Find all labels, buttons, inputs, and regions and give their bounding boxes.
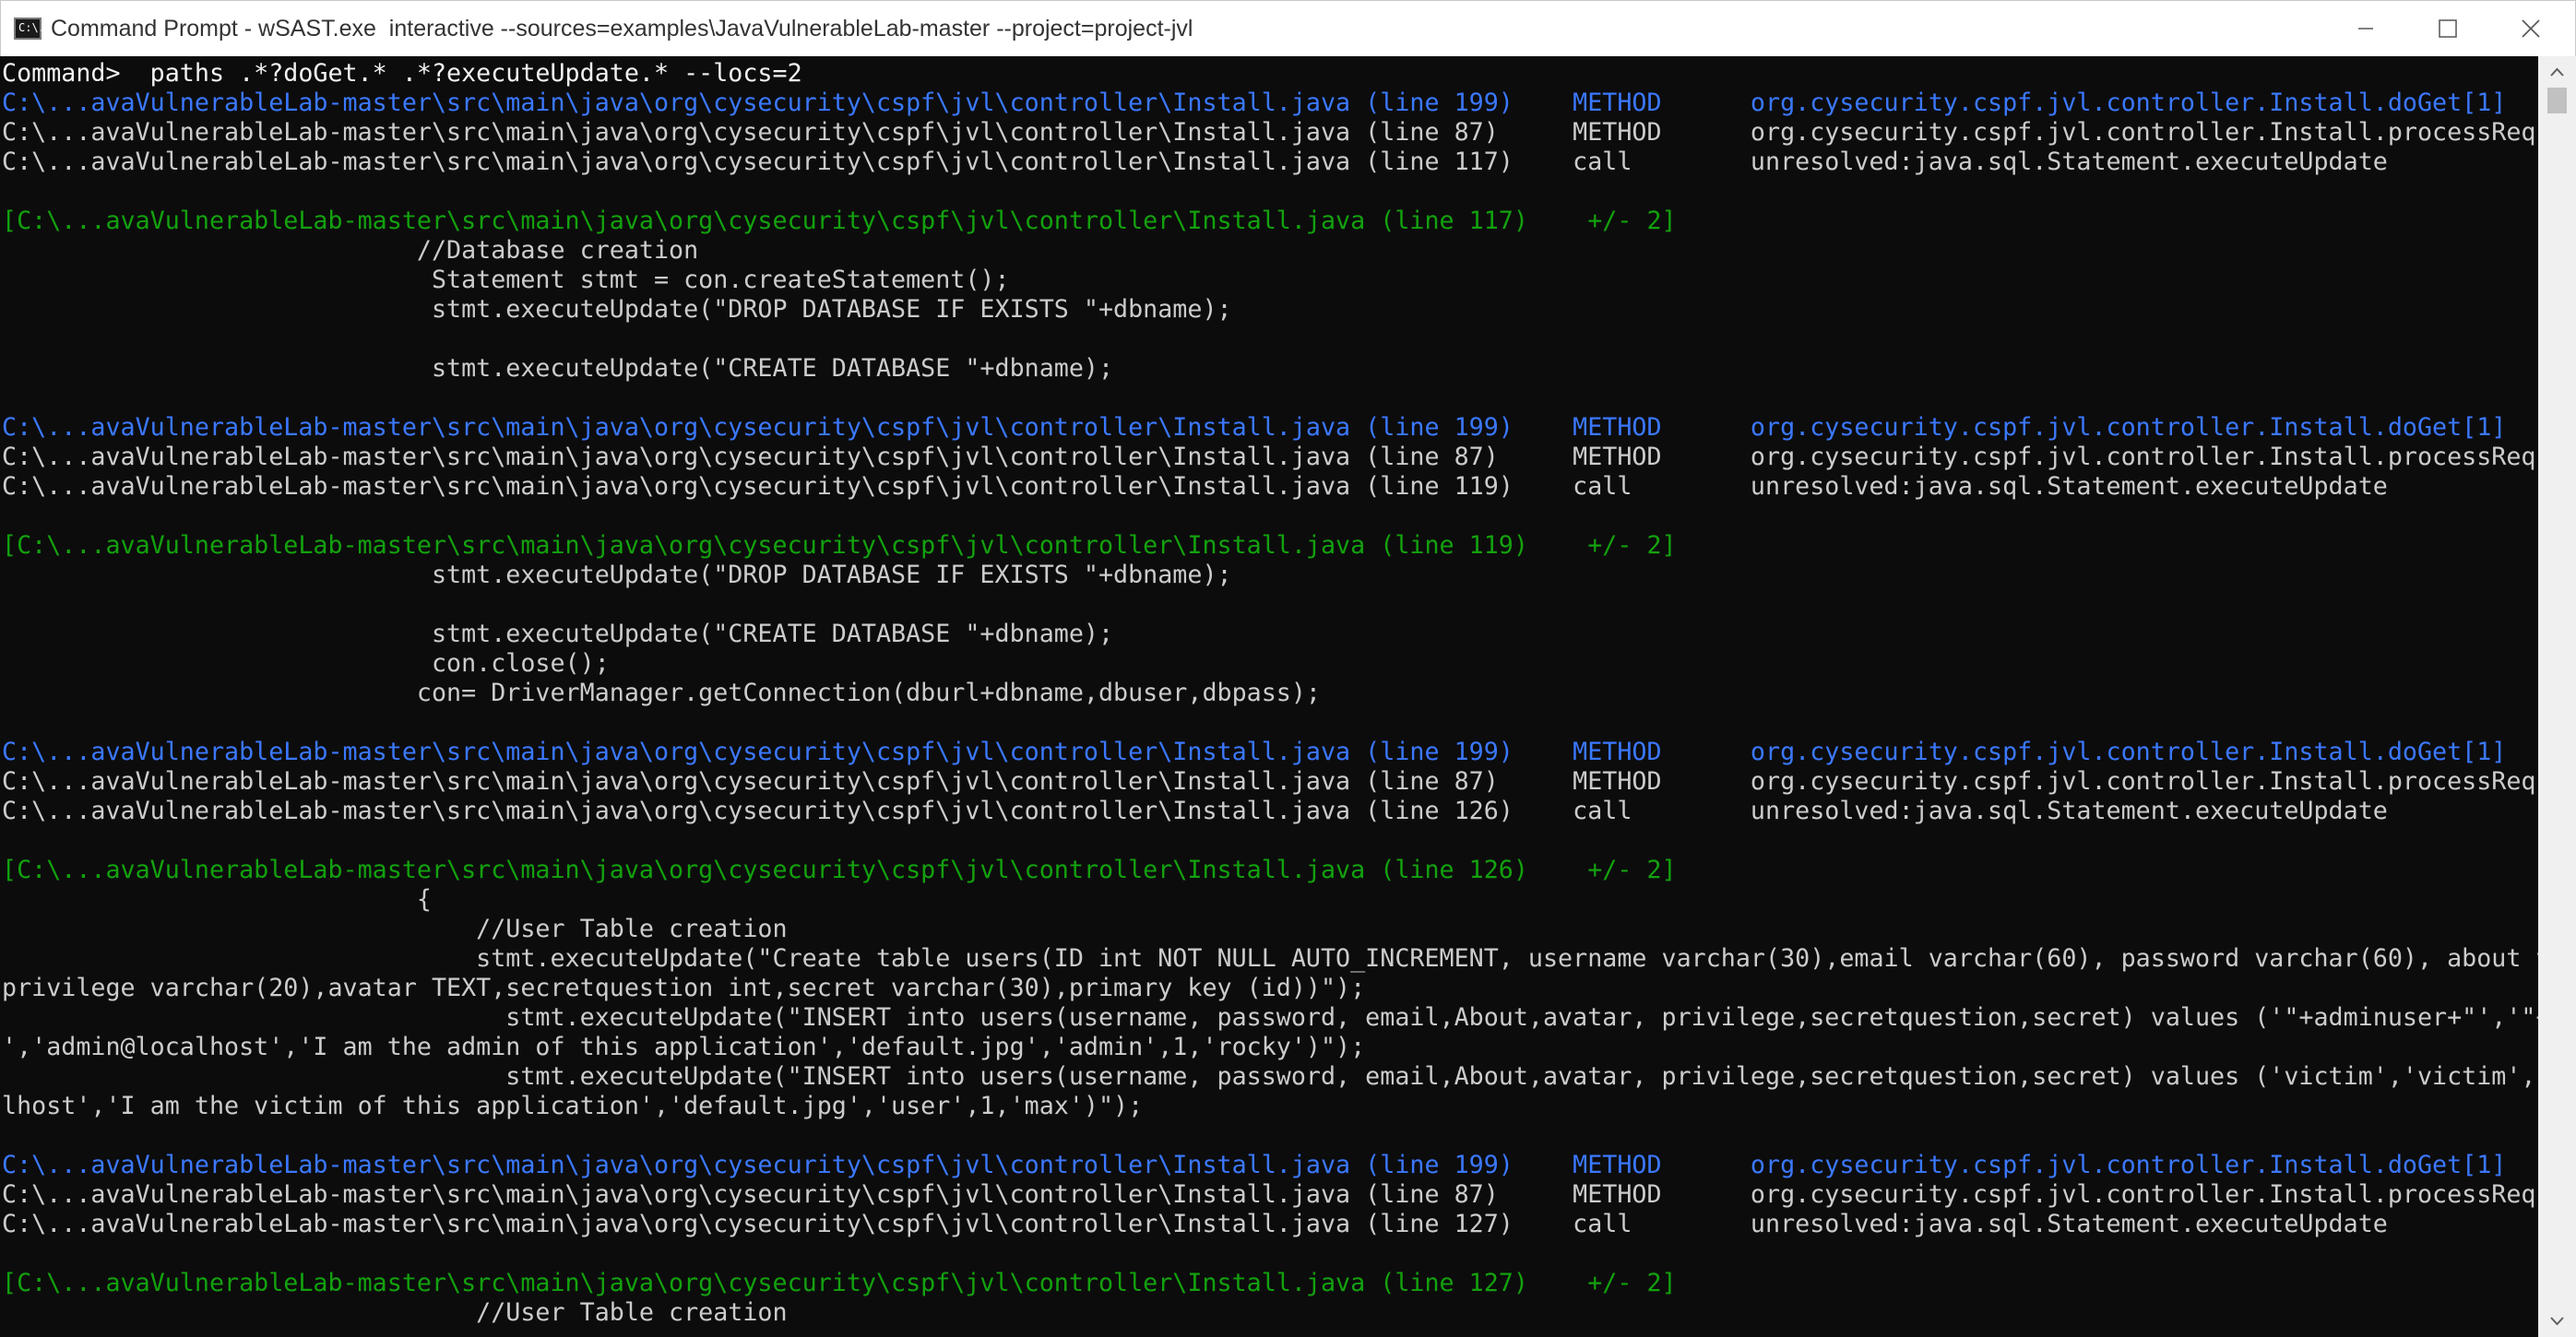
console-line: [C:\...avaVulnerableLab-master\src\main\… [2, 856, 1677, 885]
console-text: C:\...avaVulnerableLab-master\src\main\j… [2, 738, 2507, 766]
console-text: C:\...avaVulnerableLab-master\src\main\j… [2, 472, 2388, 501]
console-text: lhost','I am the victim of this applicat… [2, 1092, 1144, 1120]
console-text: C:\...avaVulnerableLab-master\src\main\j… [2, 413, 2507, 442]
console-line: [C:\...avaVulnerableLab-master\src\main\… [2, 207, 1677, 236]
window-title: Command Prompt - wSAST.exe interactive -… [51, 16, 1193, 41]
console-text: C:\...avaVulnerableLab-master\src\main\j… [2, 1210, 2388, 1238]
console-text: //Database creation [2, 236, 699, 265]
console-text: con= DriverManager.getConnection(dburl+d… [2, 679, 1321, 707]
console-line: C:\...avaVulnerableLab-master\src\main\j… [2, 1151, 2506, 1180]
console-line: C:\...avaVulnerableLab-master\src\main\j… [2, 472, 2388, 502]
command-prompt-window: C:\. Command Prompt - wSAST.exe interact… [0, 0, 2576, 1337]
console-line: ','admin@localhost','I am the admin of t… [2, 1033, 1365, 1062]
app-icon-glyph: C:\. [18, 21, 45, 34]
console-line: C:\...avaVulnerableLab-master\src\main\j… [2, 767, 2538, 797]
minimize-icon [2358, 28, 2373, 30]
scroll-down-button[interactable] [2538, 1306, 2576, 1337]
vertical-scrollbar[interactable] [2538, 56, 2576, 1337]
console-text: C:\...avaVulnerableLab-master\src\main\j… [2, 89, 2507, 117]
console-line: Command> paths .*?doGet.* .*?executeUpda… [2, 59, 802, 89]
maximize-button[interactable] [2406, 1, 2486, 56]
console-line: stmt.executeUpdate("CREATE DATABASE "+db… [2, 354, 1113, 384]
console-line: stmt.executeUpdate("INSERT into users(us… [2, 1062, 2538, 1092]
console-text: con.close(); [2, 649, 610, 678]
console-line: stmt.executeUpdate("INSERT into users(us… [2, 1003, 2538, 1033]
console-text: Command> paths .*?doGet.* .*?executeUpda… [2, 59, 802, 88]
console-text: //User Table creation [2, 915, 788, 943]
console-text: C:\...avaVulnerableLab-master\src\main\j… [2, 1180, 2538, 1209]
console-text: [C:\...avaVulnerableLab-master\src\main\… [2, 856, 1677, 884]
scroll-thumb[interactable] [2547, 88, 2567, 113]
console-text: ','admin@localhost','I am the admin of t… [2, 1033, 1366, 1061]
command-prompt-icon: C:\. [14, 18, 45, 40]
console-line: C:\...avaVulnerableLab-master\src\main\j… [2, 118, 2538, 148]
console-text: C:\...avaVulnerableLab-master\src\main\j… [2, 118, 2538, 147]
minimize-button[interactable] [2325, 1, 2404, 56]
console-line: stmt.executeUpdate("DROP DATABASE IF EXI… [2, 561, 1232, 590]
console-text: C:\...avaVulnerableLab-master\src\main\j… [2, 1151, 2507, 1179]
console-text: { [2, 885, 432, 914]
close-button[interactable] [2491, 1, 2570, 56]
console-line: stmt.executeUpdate("CREATE DATABASE "+db… [2, 620, 1113, 649]
console-line: lhost','I am the victim of this applicat… [2, 1092, 1143, 1121]
console-line: C:\...avaVulnerableLab-master\src\main\j… [2, 148, 2388, 177]
console-text: stmt.executeUpdate("INSERT into users(us… [2, 1003, 2538, 1032]
chevron-down-icon [2550, 1317, 2564, 1326]
console-text: //User Table creation [2, 1298, 788, 1327]
console-line: { [2, 885, 432, 915]
console-text: C:\...avaVulnerableLab-master\src\main\j… [2, 443, 2538, 471]
console-text: stmt.executeUpdate("INSERT into users(us… [2, 1062, 2538, 1091]
scroll-up-button[interactable] [2538, 56, 2576, 88]
console-line: [C:\...avaVulnerableLab-master\src\main\… [2, 531, 1677, 561]
console-text: [C:\...avaVulnerableLab-master\src\main\… [2, 207, 1677, 235]
console-text: C:\...avaVulnerableLab-master\src\main\j… [2, 797, 2388, 825]
console-text: stmt.executeUpdate("DROP DATABASE IF EXI… [2, 295, 1232, 324]
console-line: Statement stmt = con.createStatement(); [2, 266, 1010, 295]
console-line: C:\...avaVulnerableLab-master\src\main\j… [2, 413, 2506, 443]
console-text: privilege varchar(20),avatar TEXT,secret… [2, 974, 1366, 1002]
console-line: C:\...avaVulnerableLab-master\src\main\j… [2, 443, 2538, 472]
console-line: C:\...avaVulnerableLab-master\src\main\j… [2, 89, 2506, 118]
console-line: [C:\...avaVulnerableLab-master\src\main\… [2, 1269, 1677, 1298]
console-text: stmt.executeUpdate("CREATE DATABASE "+db… [2, 620, 1114, 648]
chevron-up-icon [2550, 67, 2564, 77]
console-line: //Database creation [2, 236, 698, 266]
console-line: //User Table creation [2, 1298, 788, 1328]
console-text: stmt.executeUpdate("CREATE DATABASE "+db… [2, 354, 1114, 383]
maximize-icon [2439, 19, 2457, 38]
console-line: C:\...avaVulnerableLab-master\src\main\j… [2, 1210, 2388, 1239]
console-line: stmt.executeUpdate("Create table users(I… [2, 944, 2538, 974]
close-icon [2522, 19, 2540, 38]
console-line: C:\...avaVulnerableLab-master\src\main\j… [2, 1180, 2538, 1210]
console-text: Statement stmt = con.createStatement(); [2, 266, 1010, 294]
console-text: C:\...avaVulnerableLab-master\src\main\j… [2, 767, 2538, 796]
console-text: stmt.executeUpdate("DROP DATABASE IF EXI… [2, 561, 1232, 589]
console-line: con.close(); [2, 649, 610, 679]
console-text: [C:\...avaVulnerableLab-master\src\main\… [2, 531, 1677, 560]
console-text: C:\...avaVulnerableLab-master\src\main\j… [2, 148, 2388, 176]
console-line: //User Table creation [2, 915, 788, 944]
console-text: stmt.executeUpdate("Create table users(I… [2, 944, 2538, 973]
console-line: C:\...avaVulnerableLab-master\src\main\j… [2, 738, 2506, 767]
console-line: con= DriverManager.getConnection(dburl+d… [2, 679, 1321, 708]
console-output[interactable]: Command> paths .*?doGet.* .*?executeUpda… [0, 56, 2538, 1337]
console-line: privilege varchar(20),avatar TEXT,secret… [2, 974, 1365, 1003]
console-text: [C:\...avaVulnerableLab-master\src\main\… [2, 1269, 1677, 1297]
console-line: stmt.executeUpdate("DROP DATABASE IF EXI… [2, 295, 1232, 325]
console-line: C:\...avaVulnerableLab-master\src\main\j… [2, 797, 2388, 826]
title-bar[interactable]: C:\. Command Prompt - wSAST.exe interact… [0, 0, 2576, 56]
